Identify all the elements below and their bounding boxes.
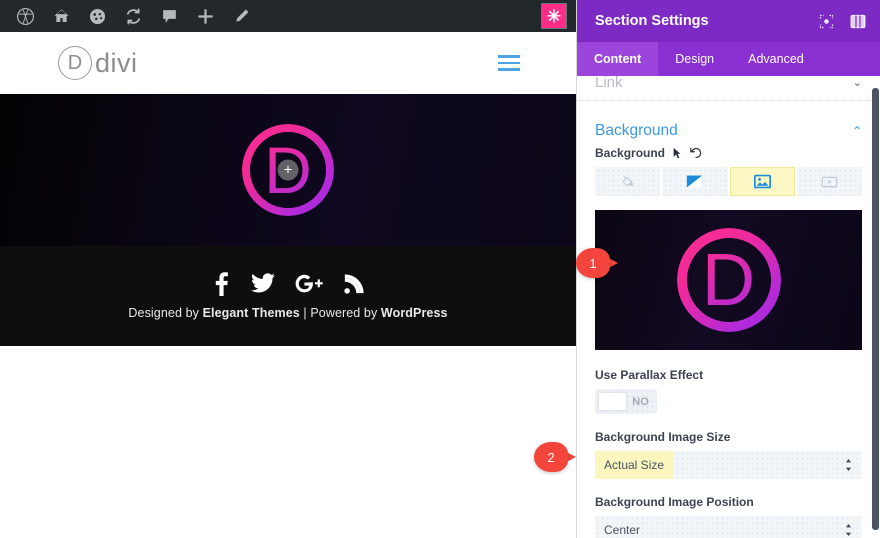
parallax-field: Use Parallax Effect NO [577,368,880,414]
site-logo[interactable]: D divi [58,46,138,80]
add-module-button[interactable]: + [277,159,299,181]
updates-icon[interactable] [116,0,150,32]
social-links [211,272,365,296]
rss-icon[interactable] [343,273,365,295]
toggle-value: NO [632,395,649,408]
background-gradient-tab[interactable] [662,167,728,196]
image-position-select[interactable]: Center [595,516,862,538]
callout-number: 1 [576,248,610,278]
link-section-title: Link [595,76,623,91]
admin-bar-flag-button[interactable]: ✳ [542,4,566,28]
cursor-pointer-icon[interactable] [672,147,683,159]
panel-header: Section Settings [577,0,880,42]
background-image-tab[interactable] [729,167,795,196]
edit-page-icon[interactable] [224,0,258,32]
tab-design[interactable]: Design [658,42,731,76]
hamburger-menu-icon[interactable] [498,55,520,71]
stepper-arrows-icon [845,524,852,536]
facebook-icon[interactable] [211,272,231,296]
wordpress-admin-bar: ✳ [0,0,576,32]
asterisk-icon: ✳ [542,4,566,28]
comments-icon[interactable] [152,0,186,32]
panel-scrollbar[interactable] [871,80,880,538]
wordpress-logo-icon[interactable] [8,0,42,32]
image-size-field: Background Image Size Actual Size [577,430,880,479]
image-size-select[interactable]: Actual Size [595,451,862,479]
footer-credit: Designed by Elegant Themes | Powered by … [128,306,447,320]
panel-body: Link ⌄ Background ⌃ Background D Use Par… [577,76,880,538]
image-position-field: Background Image Position Center [577,495,880,538]
twitter-icon[interactable] [251,273,275,295]
image-position-value: Center [604,523,641,537]
preview-logo-letter: D [701,238,756,321]
image-size-value: Actual Size [595,451,674,479]
scrollbar-thumb[interactable] [872,88,879,530]
panel-layout-icon[interactable] [850,14,866,29]
panel-header-actions [819,14,866,29]
page-title: Section Settings [595,13,709,29]
image-position-label: Background Image Position [595,495,754,509]
hamburger-bar [498,68,520,71]
credit-brand[interactable]: Elegant Themes [203,306,300,320]
background-section-header[interactable]: Background ⌃ [577,105,880,146]
hero-divi-logo: D + [242,124,334,216]
site-home-icon[interactable] [44,0,78,32]
credit-powered: Powered by [310,306,381,320]
stepper-arrows-icon [845,459,852,471]
toggle-knob [598,392,627,411]
callout-number: 2 [534,442,568,472]
section-settings-panel: Section Settings Content Design Advanced… [576,0,880,538]
hamburger-bar [498,61,520,65]
chevron-up-icon: ⌃ [851,124,862,138]
tab-advanced[interactable]: Advanced [731,42,821,76]
background-type-tabs [595,167,862,196]
chevron-down-icon: ⌄ [852,77,862,89]
new-content-icon[interactable] [188,0,222,32]
panel-tabs: Content Design Advanced [577,42,880,76]
divi-builder-screen: ✳ D divi D + [0,0,880,538]
hero-section[interactable]: D + [0,94,576,246]
background-field-label: Background [595,146,862,160]
parallax-toggle[interactable]: NO [595,389,657,414]
reset-icon[interactable] [690,147,702,159]
site-header: D divi [0,32,576,94]
google-plus-icon[interactable] [295,273,323,295]
callout-marker-2: 2 [534,442,578,472]
image-size-label: Background Image Size [595,430,731,444]
credit-separator: | [299,306,311,320]
site-preview-pane: ✳ D divi D + [0,0,576,538]
tab-content[interactable]: Content [577,42,659,76]
background-video-tab[interactable] [796,167,862,196]
site-footer: Designed by Elegant Themes | Powered by … [0,246,576,346]
background-field: Background [577,146,880,196]
credit-platform[interactable]: WordPress [381,306,448,320]
background-label-text: Background [595,146,666,160]
focus-target-icon[interactable] [819,14,834,29]
link-section-header[interactable]: Link ⌄ [577,76,880,101]
background-section-title: Background [595,122,678,139]
dashboard-speed-icon[interactable] [80,0,114,32]
credit-prefix: Designed by [128,306,203,320]
preview-divi-logo: D [676,228,781,332]
hamburger-bar [498,55,520,58]
parallax-label: Use Parallax Effect [595,368,704,382]
divi-logo-text: divi [95,47,138,78]
divi-logo-mark: D [58,46,92,80]
background-color-tab[interactable] [595,167,661,196]
background-image-preview[interactable]: D [595,210,862,350]
callout-marker-1: 1 [576,248,620,278]
